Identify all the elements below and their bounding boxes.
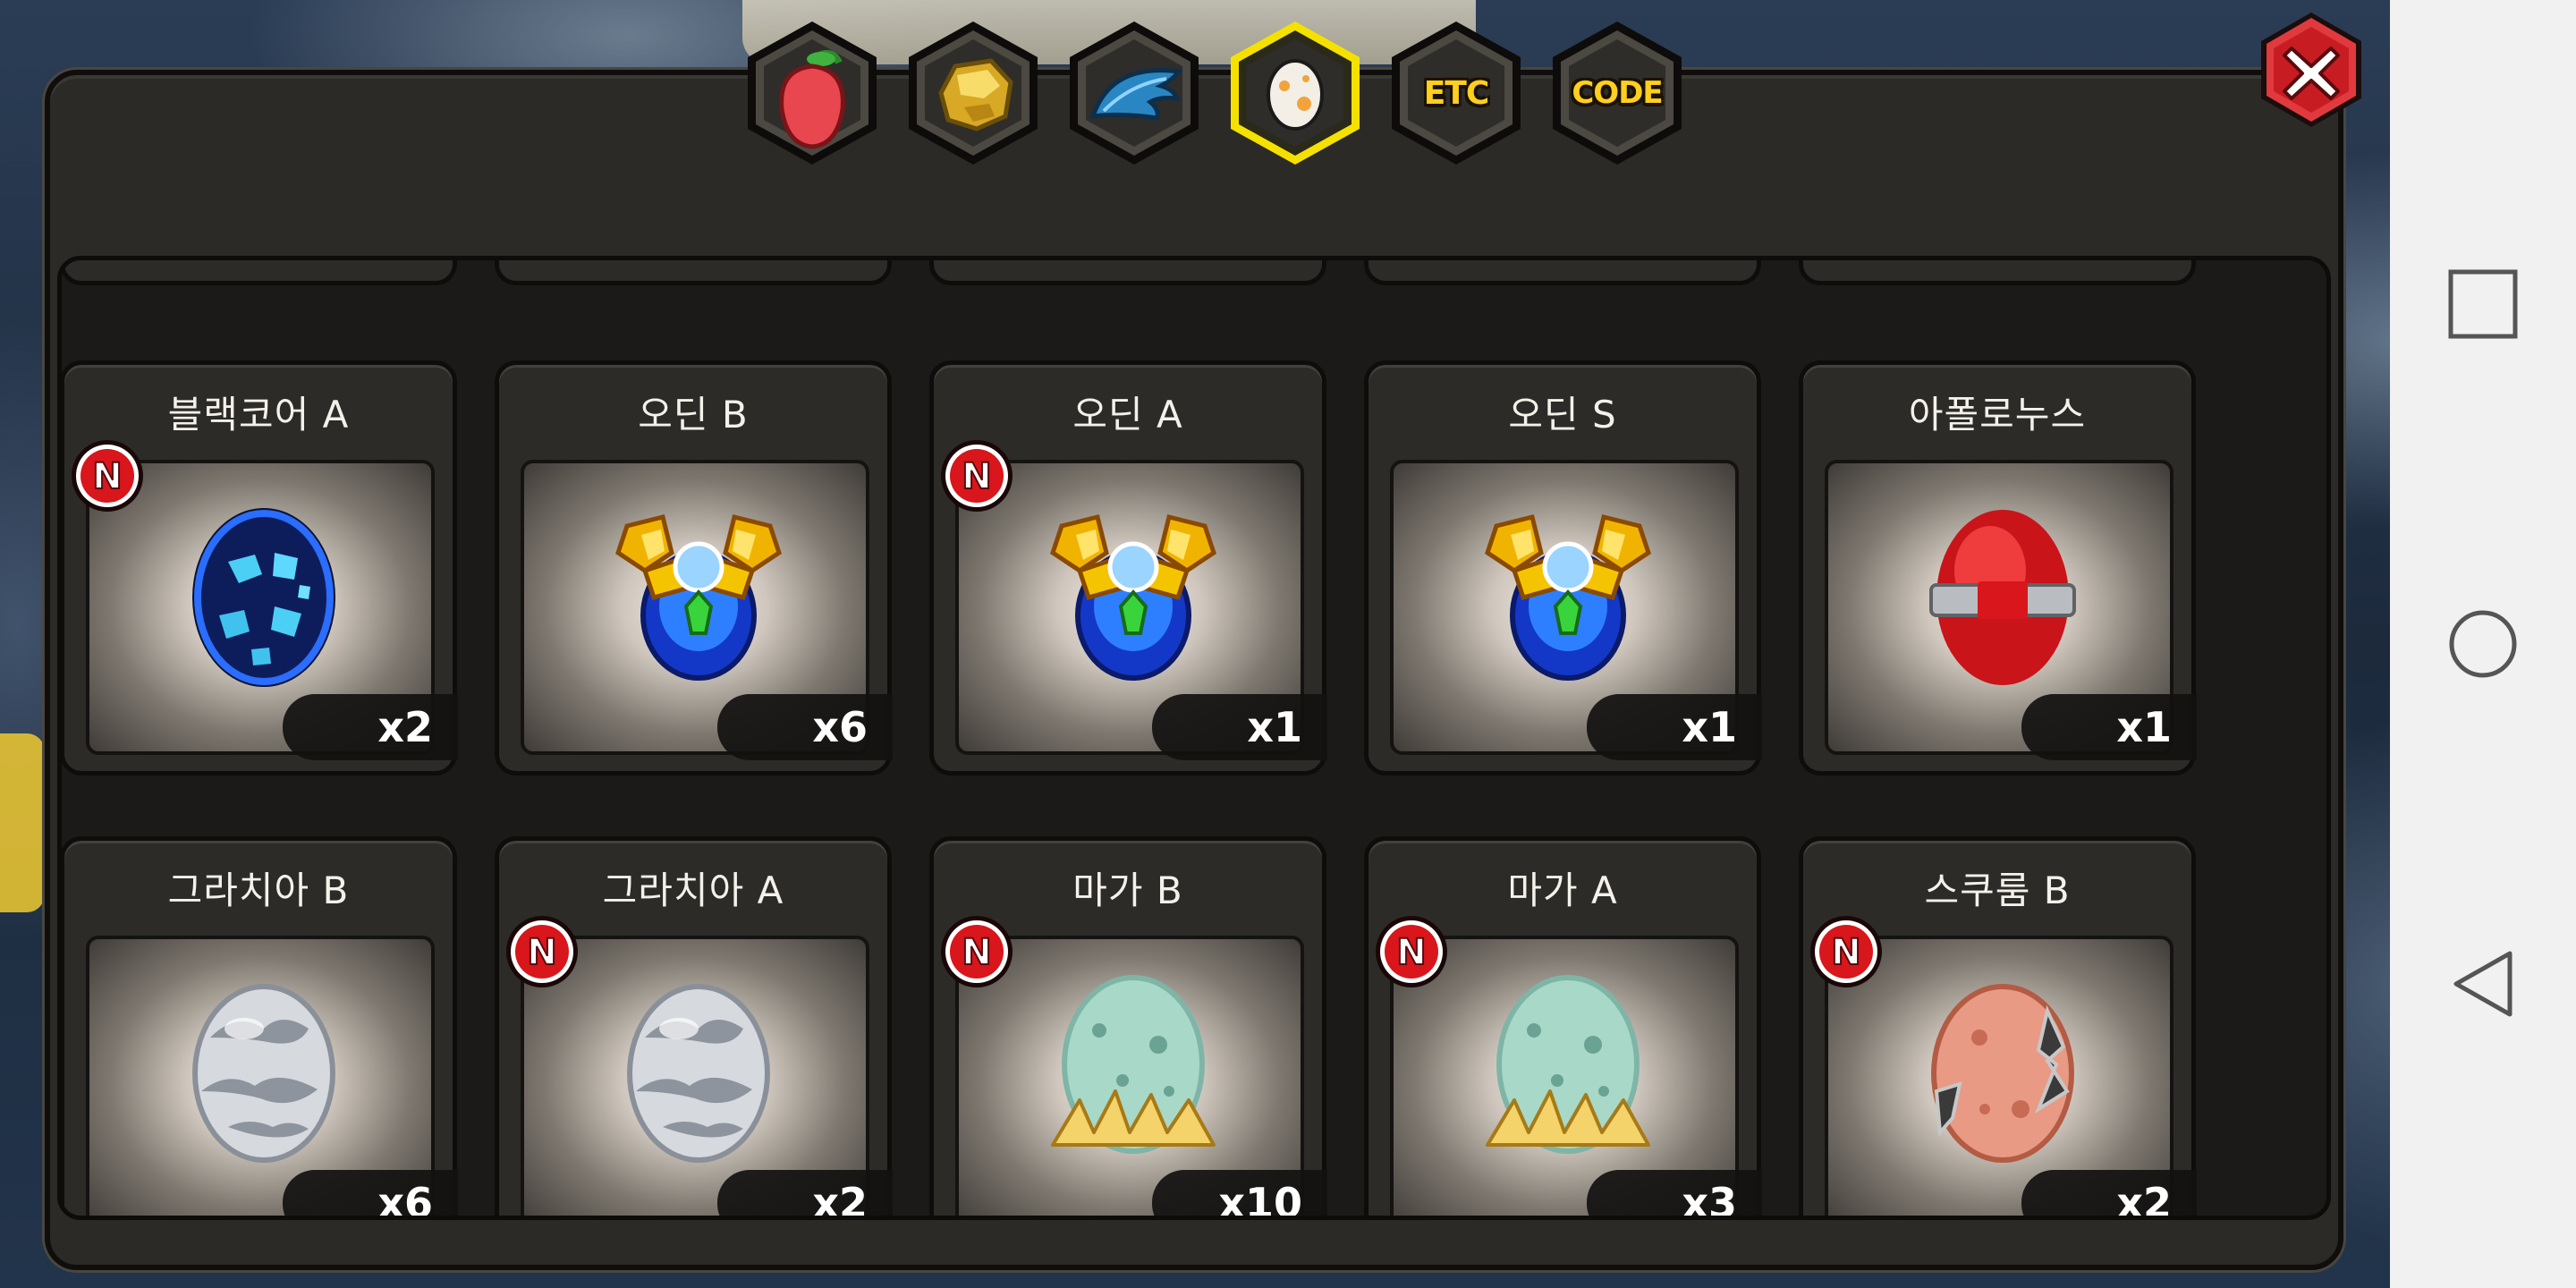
new-icon: N — [941, 440, 1013, 512]
item-card[interactable]: 스쿠룸 B x2 N — [1799, 836, 2197, 1216]
new-badge-label: N — [1396, 932, 1426, 973]
new-badge-label: N — [962, 456, 991, 497]
item-count: x2 — [717, 1170, 893, 1216]
item-name: 스쿠룸 B — [1924, 869, 2071, 912]
new-icon: N — [941, 916, 1013, 987]
item-name: 마가 B — [1072, 869, 1183, 912]
new-badge: N — [503, 912, 581, 991]
new-badge: N — [1807, 912, 1885, 991]
item-card[interactable]: 오딘 S x1 — [1364, 360, 1762, 775]
tab-label: ETC — [1423, 74, 1490, 112]
item-name: 아폴로누스 — [1908, 393, 2087, 436]
item-count: x6 — [283, 1170, 458, 1216]
triangle-back-icon — [2453, 951, 2512, 1017]
item-card[interactable]: 블랙코어 A x2 N — [62, 360, 458, 775]
odin-egg-icon — [1485, 513, 1651, 681]
new-badge: N — [937, 436, 1016, 515]
tab-label: CODE — [1572, 75, 1663, 111]
mint-nest-egg-icon — [1051, 975, 1216, 1154]
item-count: x1 — [1587, 694, 1762, 760]
new-badge-label: N — [962, 932, 991, 973]
new-badge: N — [1372, 912, 1451, 991]
new-badge: N — [937, 912, 1016, 991]
egg-icon — [1267, 59, 1324, 131]
new-badge-label: N — [1831, 932, 1860, 973]
card-partial[interactable] — [1364, 260, 1761, 285]
item-name: 오딘 B — [638, 393, 749, 436]
item-card[interactable]: 그라치아 A x2 N — [495, 836, 893, 1216]
fruit-icon — [779, 50, 845, 149]
new-icon: N — [506, 916, 578, 987]
silver-cloud-egg-icon — [627, 984, 770, 1163]
item-count: x10 — [1152, 1170, 1327, 1216]
odin-egg-icon — [615, 513, 782, 681]
tab-code[interactable]: CODE — [1546, 18, 1689, 168]
item-grid: 블랙코어 A x2 N 오딘 B x6 오딘 A x1 N 오딘 S x1 아폴… — [57, 256, 2331, 1220]
item-count: x6 — [717, 694, 893, 760]
square-icon — [2448, 269, 2518, 339]
black-core-egg-icon — [192, 508, 335, 687]
odin-egg-icon — [1050, 513, 1216, 681]
blue-feather-icon — [1089, 68, 1183, 121]
cracked-peach-egg-icon — [1931, 984, 2074, 1163]
item-name: 마가 A — [1507, 869, 1618, 912]
tab-egg[interactable] — [1224, 18, 1367, 168]
item-name: 오딘 S — [1508, 393, 1617, 436]
item-name: 블랙코어 A — [167, 393, 350, 436]
back-button[interactable] — [2390, 903, 2576, 1064]
item-name: 오딘 A — [1072, 393, 1183, 436]
new-icon: N — [1810, 916, 1882, 987]
item-card[interactable]: 마가 B x10 N — [929, 836, 1327, 1216]
item-count: x2 — [283, 694, 458, 760]
circle-icon — [2449, 610, 2517, 678]
item-name: 그라치아 B — [167, 869, 350, 912]
red-egg-icon — [1929, 510, 2076, 685]
close-button[interactable] — [2249, 7, 2374, 132]
item-card[interactable]: 오딘 A x1 N — [929, 360, 1327, 775]
card-partial[interactable] — [1799, 260, 2196, 285]
tab-gold[interactable] — [902, 18, 1045, 168]
item-name: 그라치아 A — [602, 869, 784, 912]
background-side-tab — [0, 733, 45, 912]
android-nav-bar — [2390, 0, 2576, 1288]
gold-nugget-icon — [938, 58, 1013, 131]
tab-fruit[interactable] — [741, 18, 884, 168]
item-card[interactable]: 그라치아 B x6 — [62, 836, 458, 1216]
item-card[interactable]: 아폴로누스 x1 — [1799, 360, 2197, 775]
item-card[interactable]: 마가 A x3 N — [1364, 836, 1762, 1216]
card-partial[interactable] — [62, 260, 457, 285]
close-icon — [2261, 13, 2361, 127]
new-badge-label: N — [527, 932, 556, 973]
mint-nest-egg-icon — [1486, 975, 1650, 1154]
item-count: x1 — [1152, 694, 1327, 760]
item-count: x2 — [2021, 1170, 2197, 1216]
card-partial[interactable] — [929, 260, 1326, 285]
silver-cloud-egg-icon — [192, 984, 335, 1163]
item-count: x1 — [2021, 694, 2197, 760]
home-button[interactable] — [2390, 564, 2576, 724]
item-card[interactable]: 오딘 B x6 — [495, 360, 893, 775]
card-partial[interactable] — [495, 260, 892, 285]
new-badge: N — [68, 436, 147, 515]
tab-etc[interactable]: ETC — [1385, 18, 1528, 168]
recent-apps-button[interactable] — [2390, 224, 2576, 385]
new-icon: N — [1376, 916, 1447, 987]
item-count: x3 — [1587, 1170, 1762, 1216]
new-badge-label: N — [92, 456, 122, 497]
tab-wing[interactable] — [1063, 18, 1206, 168]
new-icon: N — [72, 440, 143, 512]
